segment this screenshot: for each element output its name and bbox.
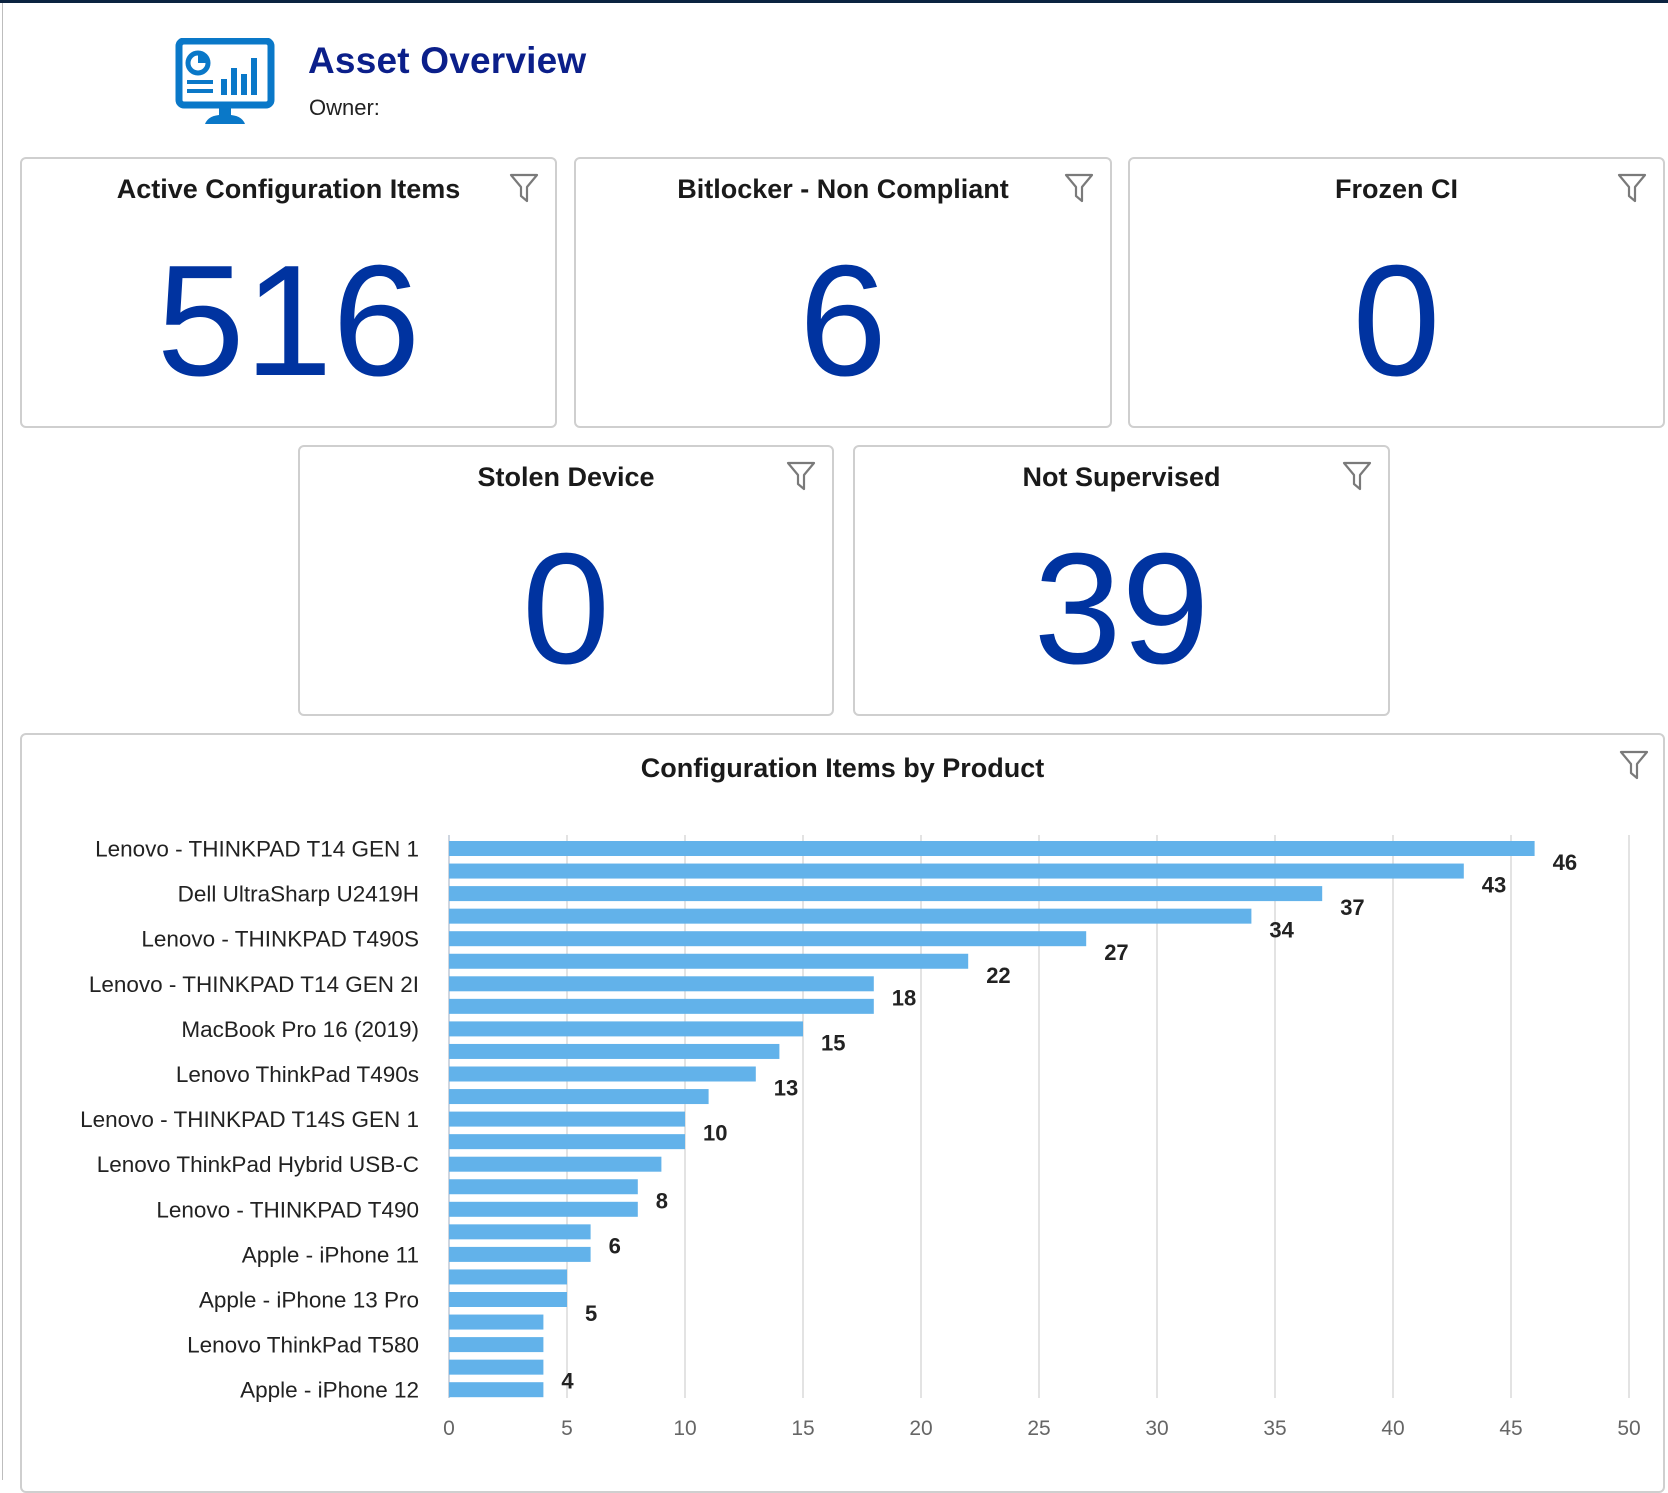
category-label: Lenovo - THINKPAD T490 (156, 1197, 419, 1222)
filter-icon[interactable] (509, 172, 539, 204)
value-label: 34 (1269, 918, 1294, 943)
category-label: Lenovo ThinkPad Hybrid USB-C (97, 1152, 419, 1177)
category-label: Lenovo ThinkPad T490s (176, 1062, 419, 1087)
bar (449, 1269, 567, 1285)
filter-icon[interactable] (1064, 172, 1094, 204)
value-label: 4 (561, 1369, 574, 1394)
filter-icon[interactable] (1342, 460, 1372, 492)
category-label: Lenovo - THINKPAD T490S (141, 927, 419, 952)
value-label: 43 (1482, 873, 1506, 898)
bar (449, 1201, 638, 1217)
category-label: Apple - iPhone 13 Pro (199, 1288, 419, 1313)
kpi-card-frozen-ci[interactable]: Frozen CI 0 (1128, 157, 1665, 428)
x-tick-label: 40 (1381, 1417, 1404, 1440)
owner-value (386, 105, 626, 115)
x-tick-label: 10 (673, 1417, 696, 1440)
kpi-value: 516 (156, 233, 421, 409)
value-label: 37 (1340, 895, 1364, 920)
bar (449, 1337, 544, 1353)
x-axis-ticks: 0 5 10 15 20 25 30 35 40 45 50 (443, 1417, 1641, 1440)
kpi-card-active-configuration-items[interactable]: Active Configuration Items 516 (20, 157, 557, 428)
left-border (2, 3, 3, 1480)
bar (449, 1089, 709, 1105)
bar (449, 1246, 591, 1262)
bar (449, 1043, 780, 1059)
value-label: 46 (1553, 850, 1577, 875)
top-border (0, 0, 1668, 3)
value-label: 22 (986, 963, 1010, 988)
value-label: 8 (656, 1188, 668, 1213)
bar (449, 953, 969, 969)
bar (449, 886, 1323, 902)
x-tick-label: 30 (1145, 1417, 1168, 1440)
bar (449, 931, 1087, 947)
category-labels: Lenovo - THINKPAD T14 GEN 1 Dell UltraSha… (80, 837, 419, 1403)
bar (449, 1179, 638, 1195)
kpi-value: 0 (1352, 233, 1441, 409)
monitor-dashboard-icon (175, 37, 275, 126)
category-label: Apple - iPhone 12 (240, 1378, 419, 1403)
category-label: Lenovo - THINKPAD T14 GEN 2I (89, 972, 419, 997)
value-label: 18 (892, 985, 916, 1010)
bar (449, 1134, 685, 1150)
category-label: Dell UltraSharp U2419H (178, 882, 419, 907)
value-label: 15 (821, 1030, 845, 1055)
x-tick-label: 5 (561, 1417, 573, 1440)
bar (449, 976, 874, 992)
bar (449, 841, 1535, 856)
kpi-value: 0 (522, 521, 610, 697)
value-label: 10 (703, 1121, 727, 1146)
category-label: MacBook Pro 16 (2019) (181, 1017, 419, 1042)
value-label: 5 (585, 1301, 597, 1326)
x-tick-label: 25 (1027, 1417, 1050, 1440)
bar (449, 863, 1464, 879)
bar-chart: Lenovo - THINKPAD T14 GEN 1 Dell UltraSha… (80, 835, 1641, 1440)
category-label: Lenovo - THINKPAD T14 GEN 1 (95, 837, 419, 862)
bar (449, 1021, 803, 1037)
category-label: Lenovo - THINKPAD T14S GEN 1 (80, 1107, 419, 1132)
kpi-value: 6 (799, 233, 887, 409)
bar (449, 998, 874, 1014)
bar (449, 1359, 544, 1375)
value-label: 6 (609, 1233, 621, 1258)
bars (449, 841, 1535, 1398)
value-label: 27 (1104, 940, 1128, 965)
filter-icon[interactable] (786, 460, 816, 492)
kpi-title: Active Configuration Items (116, 174, 461, 204)
kpi-value: 39 (1033, 521, 1210, 697)
owner-label: Owner: (309, 95, 380, 120)
category-label: Lenovo ThinkPad T580 (187, 1333, 419, 1358)
bar (449, 908, 1252, 924)
bar (449, 1066, 756, 1082)
bar (449, 1382, 544, 1398)
kpi-title: Bitlocker - Non Compliant (677, 174, 1009, 204)
value-label: 13 (774, 1076, 798, 1101)
kpi-card-stolen-device[interactable]: Stolen Device 0 (298, 445, 834, 716)
bar (449, 1314, 544, 1330)
x-tick-label: 35 (1263, 1417, 1286, 1440)
x-tick-label: 0 (443, 1417, 455, 1440)
filter-icon[interactable] (1617, 172, 1647, 204)
kpi-title: Not Supervised (1022, 462, 1221, 492)
x-tick-label: 50 (1617, 1417, 1640, 1440)
kpi-card-not-supervised[interactable]: Not Supervised 39 (853, 445, 1390, 716)
chart-card-configuration-items-by-product: Configuration Items by Product Lenovo - … (20, 733, 1665, 1493)
category-label: Apple - iPhone 11 (242, 1242, 419, 1267)
bar (449, 1224, 591, 1240)
bar (449, 1111, 685, 1127)
x-tick-label: 15 (791, 1417, 814, 1440)
page-title: Asset Overview (308, 40, 587, 81)
x-tick-label: 45 (1499, 1417, 1522, 1440)
kpi-title: Stolen Device (477, 462, 655, 492)
kpi-title: Frozen CI (1334, 174, 1458, 204)
bar (449, 1292, 567, 1307)
owner-line: Owner: (309, 95, 626, 121)
x-tick-label: 20 (909, 1417, 932, 1440)
bar (449, 1156, 662, 1172)
kpi-card-bitlocker-non-compliant[interactable]: Bitlocker - Non Compliant 6 (574, 157, 1112, 428)
